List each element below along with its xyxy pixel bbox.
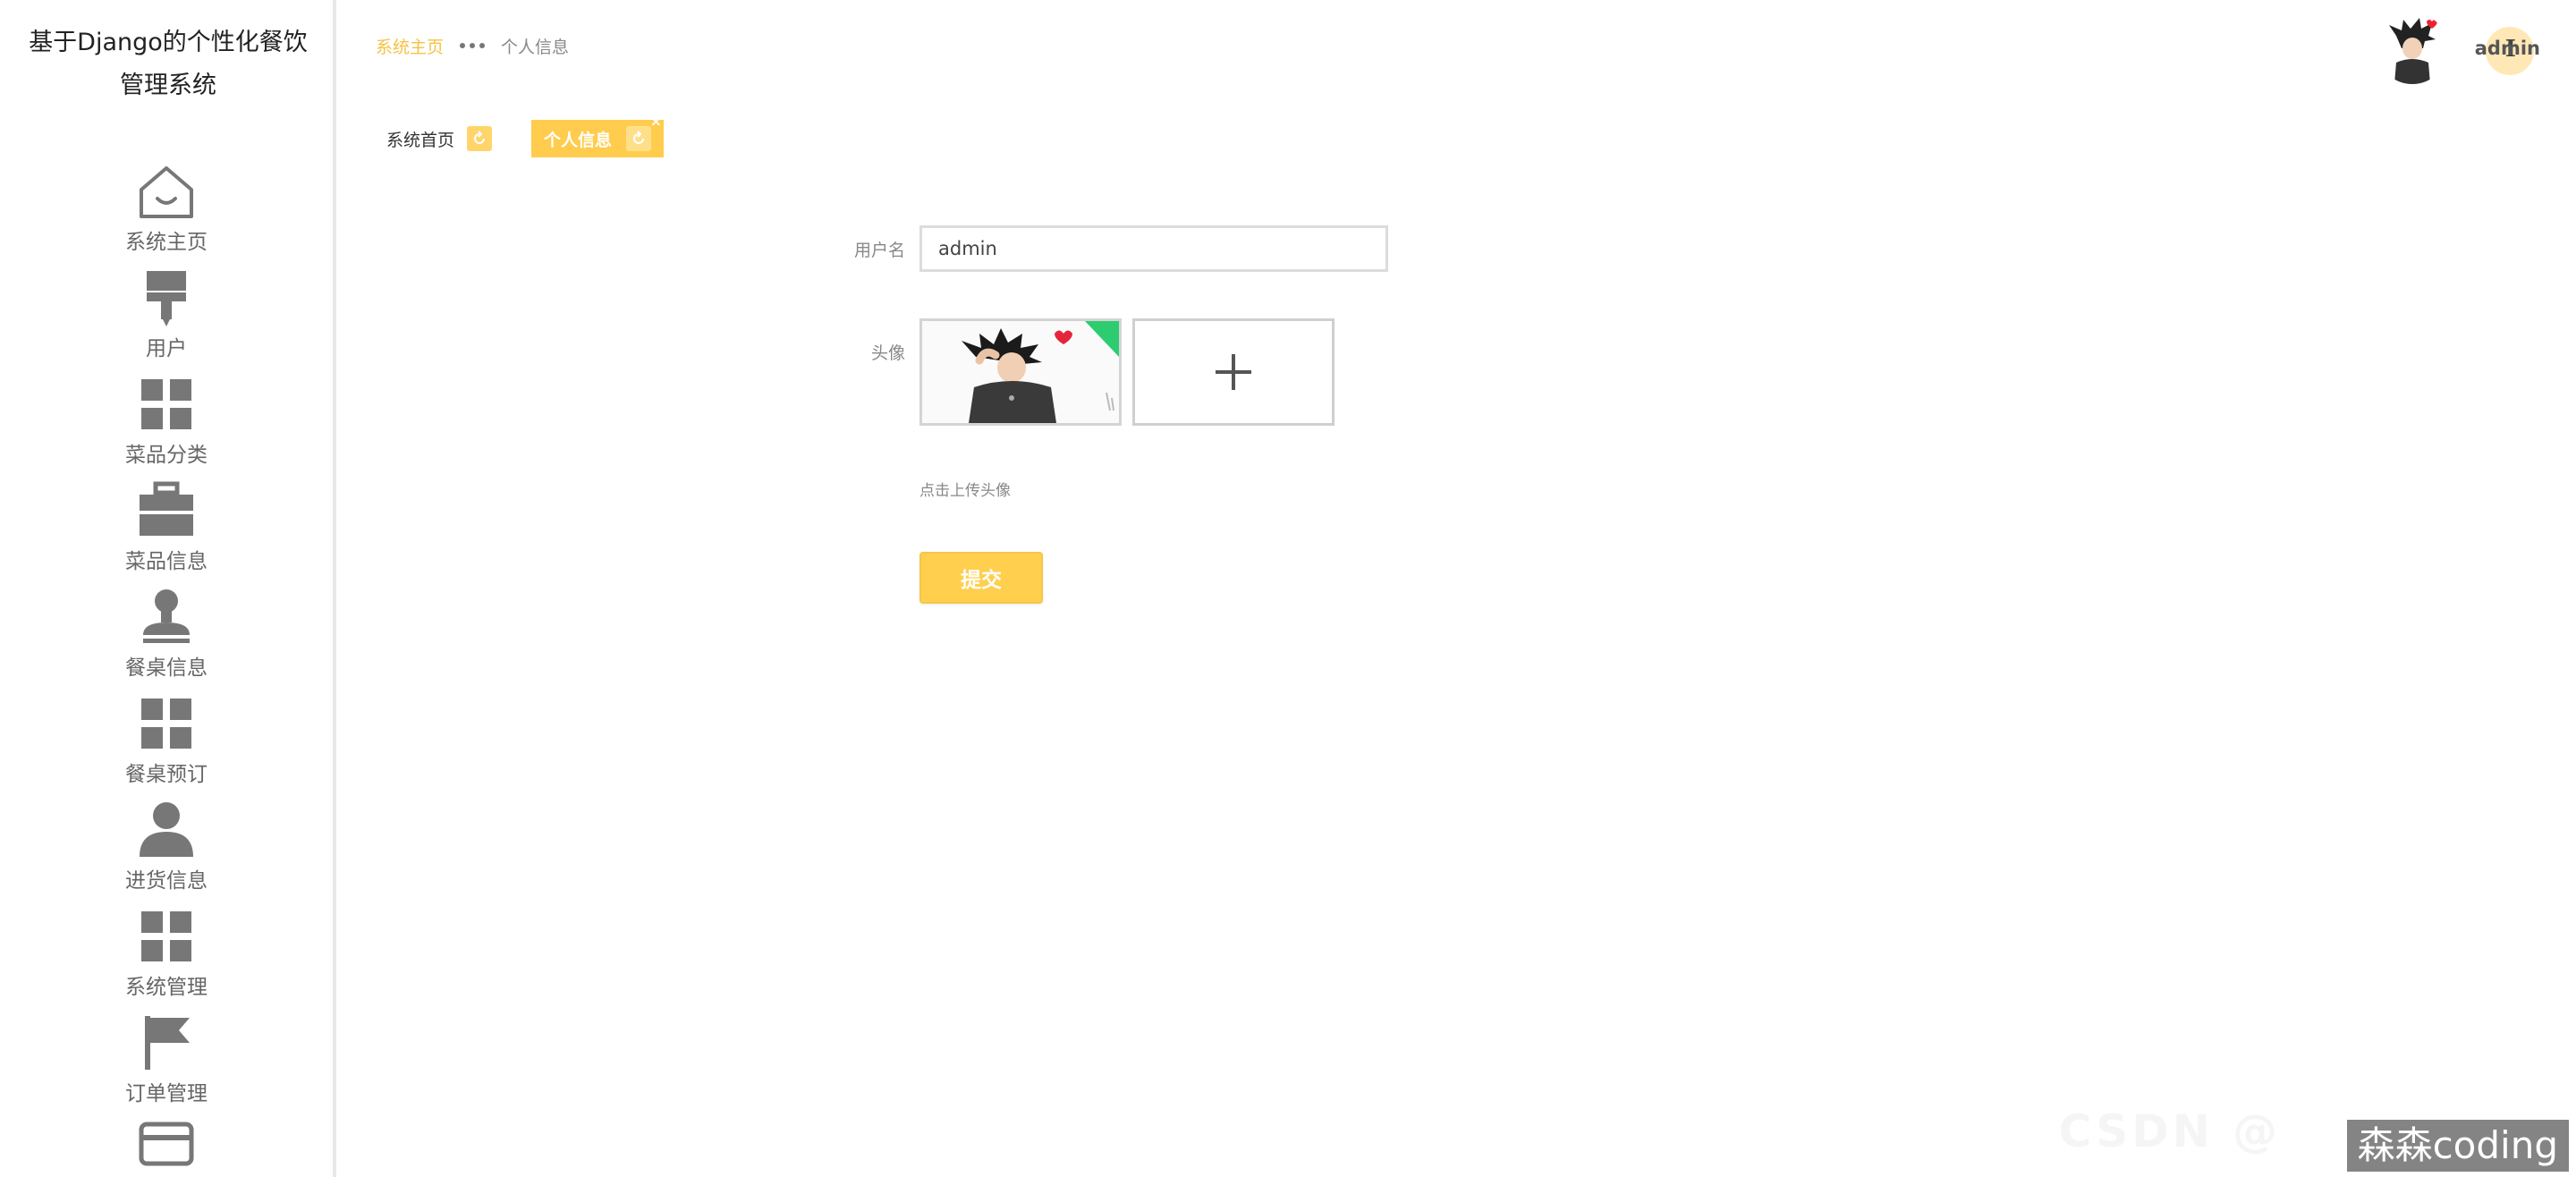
upload-hint: 点击上传头像	[919, 482, 1011, 500]
sidebar-item-orders[interactable]: 订单管理	[0, 1011, 333, 1117]
person-icon	[134, 798, 199, 862]
submit-button[interactable]: 提交	[919, 552, 1043, 604]
sidebar-item-label: 餐桌信息	[125, 656, 208, 680]
breadcrumb-home[interactable]: 系统主页	[376, 34, 444, 58]
sidebar-item-label: 订单管理	[125, 1082, 208, 1105]
avatar-field-label: 头像	[870, 343, 905, 363]
username-label[interactable]: admin	[2475, 27, 2540, 75]
username-row: 用户名	[823, 224, 1388, 274]
close-icon[interactable]: ×	[650, 114, 662, 129]
home-icon	[134, 159, 199, 224]
sidebar: 基于Django的个性化餐饮管理系统 系统主页 用户 菜品分类 菜品信息 餐桌信…	[0, 0, 336, 1177]
briefcase-icon	[134, 478, 199, 543]
sidebar-item-label: 用户	[146, 337, 187, 360]
refresh-icon[interactable]	[626, 126, 652, 151]
sidebar-item-table-info[interactable]: 餐桌信息	[0, 585, 333, 691]
sidebar-item-label: 系统管理	[125, 976, 208, 999]
user-brush-icon	[134, 266, 199, 330]
grid-icon	[134, 904, 199, 969]
user-menu[interactable]: admin	[2376, 13, 2540, 84]
tab-profile[interactable]: 个人信息 ×	[531, 114, 665, 157]
watermark: 森森coding	[2346, 1120, 2569, 1172]
tab-label: 个人信息	[544, 130, 613, 150]
app-title: 基于Django的个性化餐饮管理系统	[29, 29, 308, 99]
grid-icon	[134, 372, 199, 436]
tab-home[interactable]: 系统首页	[386, 120, 493, 157]
sidebar-nav: 系统主页 用户 菜品分类 菜品信息 餐桌信息 餐桌预订 进货信息 系统管理 订单…	[0, 159, 333, 1177]
avatar[interactable]	[2376, 13, 2448, 84]
sidebar-item-label: 菜品信息	[125, 550, 208, 573]
username-field-label: 用户名	[853, 240, 905, 260]
upload-avatar-button[interactable]	[1132, 318, 1335, 426]
profile-form: 用户名 头像 点击上传头像 提交	[823, 224, 1388, 604]
sidebar-item-table-booking[interactable]: 餐桌预订	[0, 691, 333, 798]
sidebar-item-dish-category[interactable]: 菜品分类	[0, 372, 333, 478]
more-dots-icon	[460, 43, 486, 48]
refresh-icon[interactable]	[467, 126, 493, 151]
tab-bar: 系统首页 个人信息 ×	[386, 114, 665, 157]
avatar-preview-image[interactable]	[919, 318, 1122, 426]
breadcrumb: 系统主页 个人信息	[376, 32, 569, 59]
sidebar-item-label: 餐桌预订	[125, 763, 208, 786]
sidebar-item-system[interactable]: 系统管理	[0, 904, 333, 1011]
sidebar-item-label: 系统主页	[125, 231, 208, 254]
sidebar-item-more[interactable]	[0, 1117, 333, 1177]
tab-label: 系统首页	[386, 130, 455, 150]
faint-watermark: CSDN @	[2058, 1105, 2281, 1157]
sidebar-item-label: 进货信息	[125, 869, 208, 893]
grid-icon	[134, 691, 199, 756]
flag-icon	[134, 1011, 199, 1075]
avatar-row: 头像	[823, 318, 1388, 426]
breadcrumb-current: 个人信息	[501, 37, 570, 57]
sidebar-item-home[interactable]: 系统主页	[0, 159, 333, 266]
sidebar-item-label: 菜品分类	[125, 444, 208, 467]
card-icon	[134, 1117, 199, 1177]
plus-icon	[1216, 354, 1251, 390]
stamp-icon	[134, 585, 199, 649]
username-field[interactable]	[919, 225, 1388, 272]
sidebar-item-users[interactable]: 用户	[0, 266, 333, 372]
sidebar-item-dish-info[interactable]: 菜品信息	[0, 478, 333, 585]
sidebar-item-purchase-info[interactable]: 进货信息	[0, 798, 333, 904]
